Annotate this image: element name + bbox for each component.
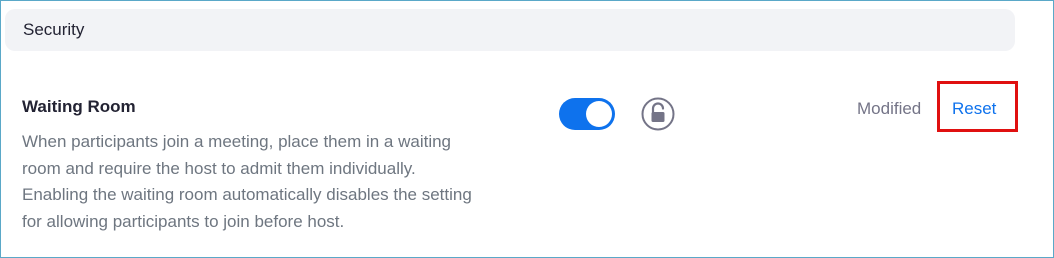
unlocked-padlock-icon[interactable] bbox=[641, 97, 675, 131]
setting-description-line: room and require the host to admit them … bbox=[22, 158, 416, 178]
toggle-knob bbox=[586, 101, 612, 127]
section-title: Security bbox=[23, 20, 85, 39]
setting-description-line: When participants join a meeting, place … bbox=[22, 132, 452, 151]
waiting-room-toggle[interactable] bbox=[559, 98, 615, 130]
setting-description-line: for allowing participants to join before… bbox=[22, 211, 345, 231]
setting-title: Waiting Room bbox=[22, 97, 136, 116]
settings-panel: Security Waiting Room When participants … bbox=[0, 0, 1054, 258]
reset-link[interactable]: Reset bbox=[952, 99, 996, 119]
modified-status: Modified bbox=[857, 99, 922, 118]
section-header: Security bbox=[5, 9, 1015, 51]
setting-description-line: Enabling the waiting room automatically … bbox=[22, 185, 472, 204]
setting-description: When participants join a meeting, place … bbox=[22, 129, 542, 235]
